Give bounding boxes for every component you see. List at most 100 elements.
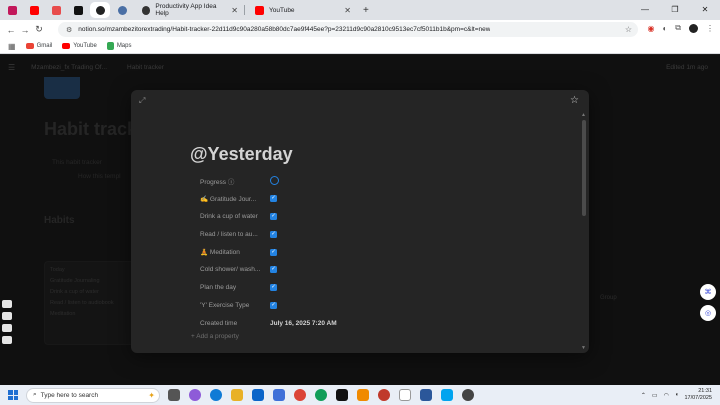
clock-time: 21:31 bbox=[698, 388, 712, 394]
chatgpt-icon bbox=[142, 5, 151, 15]
reload-icon[interactable]: ↻ bbox=[32, 24, 46, 35]
scrollbar-thumb[interactable] bbox=[582, 120, 586, 216]
clock[interactable]: 21:31 17/07/2025 bbox=[684, 388, 712, 402]
wifi-icon[interactable]: ◠ bbox=[664, 392, 669, 399]
favorite-star-icon[interactable]: ☆ bbox=[570, 95, 579, 106]
network-icon[interactable]: ▭ bbox=[652, 392, 658, 399]
tab-pinned-2[interactable] bbox=[24, 2, 44, 18]
address-text[interactable]: notion.so/mzambezitorextrading/Habit-tra… bbox=[78, 26, 490, 33]
tab-pinned-3[interactable] bbox=[46, 2, 66, 18]
bookmark-maps[interactable]: Maps bbox=[106, 42, 131, 50]
property-row: Cold shower/ wash... ✓ bbox=[200, 261, 560, 279]
window-controls: — ❐ ✕ bbox=[630, 0, 720, 20]
close-icon[interactable]: ✕ bbox=[344, 6, 351, 15]
app-icon[interactable] bbox=[399, 389, 411, 401]
property-row: 🧘 Meditation ✓ bbox=[200, 243, 560, 261]
extension-icon[interactable]: ◐ bbox=[662, 24, 667, 33]
minimize-icon[interactable]: — bbox=[630, 0, 660, 20]
property-row: ✍ Gratitude Jour... ✓ bbox=[200, 190, 560, 208]
tab-label: Productivity App Idea Help bbox=[155, 3, 217, 17]
bookmarks-bar: ▦ Gmail YouTube Maps bbox=[0, 39, 720, 54]
close-window-icon[interactable]: ✕ bbox=[690, 0, 720, 20]
tab-chatgpt[interactable]: Productivity App Idea Help ✕ bbox=[136, 2, 244, 18]
property-name[interactable]: ✍ Gratitude Jour... bbox=[200, 195, 270, 203]
checkbox[interactable]: ✓ bbox=[270, 195, 277, 203]
checkbox[interactable]: ✓ bbox=[270, 266, 277, 274]
chrome-icon[interactable] bbox=[294, 389, 306, 401]
property-name[interactable]: Read / listen to au... bbox=[200, 231, 270, 238]
restore-icon[interactable]: ❐ bbox=[660, 0, 690, 20]
notion-icon bbox=[95, 5, 105, 15]
tab-separator bbox=[244, 5, 245, 15]
progress-ring bbox=[270, 176, 279, 186]
property-name[interactable]: 'Y' Exercise Type bbox=[200, 302, 270, 309]
app-icon[interactable] bbox=[273, 389, 285, 401]
site-icon bbox=[7, 5, 17, 15]
property-name[interactable]: Progress ⓘ bbox=[200, 176, 270, 186]
close-icon[interactable]: ✕ bbox=[231, 6, 238, 15]
tab-pinned-4[interactable] bbox=[68, 2, 88, 18]
checkbox[interactable]: ✓ bbox=[270, 230, 277, 238]
forward-icon[interactable]: → bbox=[18, 25, 32, 35]
bookmark-star-icon[interactable]: ☆ bbox=[625, 25, 632, 34]
taskbar-search[interactable]: ⌕ Type here to search ✦ bbox=[26, 387, 160, 403]
menu-kebab-icon[interactable]: ⋮ bbox=[706, 24, 714, 33]
extension-icon[interactable]: ◉ bbox=[647, 24, 654, 33]
settings-icon[interactable] bbox=[2, 336, 12, 344]
edge-icon[interactable] bbox=[210, 389, 222, 401]
property-row: Plan the day ✓ bbox=[200, 279, 560, 297]
assistant-icon[interactable]: ◎ bbox=[700, 305, 716, 321]
profile-avatar[interactable] bbox=[689, 23, 698, 33]
outlook-icon[interactable] bbox=[252, 389, 264, 401]
tab-notion[interactable] bbox=[90, 2, 110, 18]
checkbox[interactable]: ✓ bbox=[270, 248, 277, 256]
property-name[interactable]: Plan the day bbox=[200, 284, 270, 291]
tab-pinned-1[interactable] bbox=[2, 2, 22, 18]
app-icon[interactable] bbox=[420, 389, 432, 401]
apps-grid-icon[interactable]: ▦ bbox=[8, 42, 16, 51]
chrome-icon[interactable] bbox=[315, 389, 327, 401]
task-view-icon[interactable] bbox=[168, 389, 180, 401]
translate-icon[interactable]: ⌘ bbox=[700, 284, 716, 300]
address-bar[interactable]: ⚙ notion.so/mzambezitorextrading/Habit-t… bbox=[58, 22, 638, 37]
vlc-icon[interactable] bbox=[357, 389, 369, 401]
property-name[interactable]: 🧘 Meditation bbox=[200, 248, 270, 256]
site-info-icon[interactable]: ⚙ bbox=[66, 26, 72, 34]
tradingview-icon bbox=[73, 5, 83, 15]
copilot-icon[interactable] bbox=[189, 389, 201, 401]
checkbox[interactable]: ✓ bbox=[270, 301, 277, 309]
volume-icon[interactable]: ◖ bbox=[675, 392, 679, 398]
maps-icon bbox=[106, 42, 114, 50]
property-row: 'Y' Exercise Type ✓ bbox=[200, 297, 560, 315]
bookmark-gmail[interactable]: Gmail bbox=[25, 43, 52, 49]
property-name[interactable]: Cold shower/ wash... bbox=[200, 266, 270, 273]
property-name[interactable]: Created time bbox=[200, 320, 270, 327]
add-property-button[interactable]: + Add a property bbox=[191, 333, 239, 340]
tab-pinned-6[interactable] bbox=[112, 2, 132, 18]
chevron-up-icon[interactable]: ⌃ bbox=[641, 392, 646, 399]
windows-start-icon[interactable] bbox=[8, 390, 18, 400]
back-icon[interactable]: ← bbox=[4, 25, 18, 35]
file-explorer-icon[interactable] bbox=[231, 389, 243, 401]
extensions-puzzle-icon[interactable]: ⧉ bbox=[675, 23, 681, 33]
property-row: Read / listen to au... ✓ bbox=[200, 225, 560, 243]
window-icon[interactable] bbox=[2, 324, 12, 332]
property-list: Progress ⓘ ✍ Gratitude Jour... ✓ Drink a… bbox=[200, 172, 560, 332]
video-icon[interactable] bbox=[2, 312, 12, 320]
checkbox[interactable]: ✓ bbox=[270, 284, 277, 292]
play-store-icon[interactable] bbox=[441, 389, 453, 401]
settings-icon[interactable] bbox=[462, 389, 474, 401]
checkbox[interactable]: ✓ bbox=[270, 212, 277, 220]
expand-icon[interactable]: ⤢ bbox=[139, 96, 145, 106]
scroll-down-icon[interactable]: ▼ bbox=[581, 345, 586, 351]
browser-toolbar: ← → ↻ ⚙ notion.so/mzambezitorextrading/H… bbox=[0, 20, 720, 39]
chrome-icon[interactable] bbox=[378, 389, 390, 401]
scroll-up-icon[interactable]: ▲ bbox=[581, 112, 586, 118]
tab-youtube[interactable]: YouTube ✕ bbox=[249, 2, 357, 18]
tradingview-icon[interactable] bbox=[336, 389, 348, 401]
property-name[interactable]: Drink a cup of water bbox=[200, 213, 270, 220]
new-tab-button[interactable]: + bbox=[363, 5, 369, 16]
modal-page-title[interactable]: @Yesterday bbox=[190, 144, 293, 165]
bookmark-youtube[interactable]: YouTube bbox=[62, 43, 97, 49]
camera-icon[interactable] bbox=[2, 300, 12, 308]
